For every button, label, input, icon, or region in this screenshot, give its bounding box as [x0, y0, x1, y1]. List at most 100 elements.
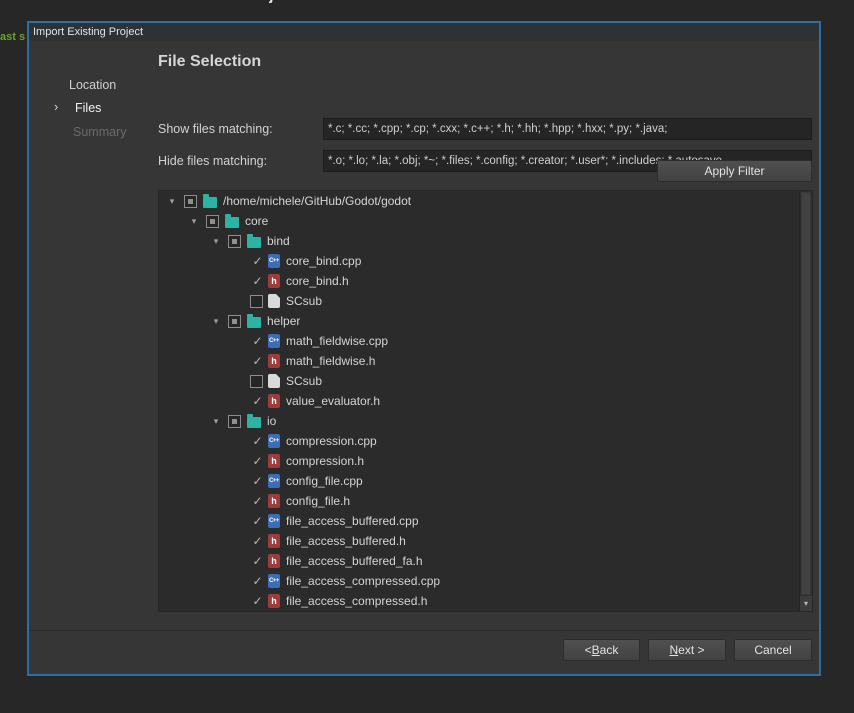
- expander-icon[interactable]: ▾: [207, 316, 225, 327]
- back-label-rest: ack: [600, 643, 619, 657]
- cpp-file-icon: C++: [268, 514, 280, 528]
- expander-icon[interactable]: ▾: [163, 196, 181, 207]
- tree-item-label: file_access_compressed.h: [286, 594, 427, 608]
- tree-row-file[interactable]: ✓C++ compression.cpp: [159, 431, 799, 451]
- file-checkbox-checked[interactable]: ✓: [247, 254, 268, 268]
- wizard-step-summary: Summary: [73, 125, 126, 139]
- h-file-icon: h: [268, 534, 280, 548]
- tree-item-label: bind: [267, 234, 290, 248]
- next-label-rest: ext >: [678, 643, 704, 657]
- chevron-down-icon: ▾: [804, 599, 808, 608]
- tree-row-file[interactable]: ✓h core_bind.h: [159, 271, 799, 291]
- folder-checkbox-partial[interactable]: [228, 415, 241, 428]
- tree-row-folder[interactable]: ▾ bind: [159, 231, 799, 251]
- tree-row-file[interactable]: ✓h file_access_buffered.h: [159, 531, 799, 551]
- clipped-left-text: ast s: [0, 31, 25, 43]
- tree-row-file[interactable]: ✓C++math_fieldwise.cpp: [159, 331, 799, 351]
- tree-row-file[interactable]: ✓C++file_access_compressed.cpp: [159, 571, 799, 591]
- scrollbar-thumb[interactable]: [801, 192, 811, 595]
- file-checkbox-checked[interactable]: ✓: [247, 354, 268, 368]
- apply-filter-button[interactable]: Apply Filter: [657, 160, 812, 182]
- file-checkbox-checked[interactable]: ✓: [247, 394, 268, 408]
- file-checkbox-checked[interactable]: ✓: [247, 434, 268, 448]
- tree-item-label: core_bind.h: [286, 274, 349, 288]
- file-checkbox-checked[interactable]: ✓: [247, 494, 268, 508]
- folder-icon: [247, 317, 261, 328]
- tree-row-file[interactable]: SCsub: [159, 371, 799, 391]
- expander-icon[interactable]: ▾: [185, 216, 203, 227]
- scrollbar-down-button[interactable]: ▾: [800, 596, 812, 611]
- folder-checkbox-partial[interactable]: [228, 235, 241, 248]
- file-checkbox-checked[interactable]: ✓: [247, 334, 268, 348]
- folder-icon: [203, 197, 217, 208]
- tree-item-label: /home/michele/GitHub/Godot/godot: [223, 194, 411, 208]
- file-checkbox-checked[interactable]: ✓: [247, 534, 268, 548]
- cancel-button[interactable]: Cancel: [734, 639, 812, 661]
- next-button[interactable]: Next >: [648, 639, 726, 661]
- tree-row-folder[interactable]: ▾ helper: [159, 311, 799, 331]
- tree-item-label: value_evaluator.h: [286, 394, 380, 408]
- import-existing-project-dialog: Import Existing Project Location › Files…: [27, 21, 821, 676]
- file-checkbox-checked[interactable]: ✓: [247, 454, 268, 468]
- folder-icon: [247, 237, 261, 248]
- tree-row-file[interactable]: ✓C++file_access_buffered.cpp: [159, 511, 799, 531]
- show-files-label: Show files matching:: [158, 122, 273, 136]
- h-file-icon: h: [268, 354, 280, 368]
- page-title: File Selection: [158, 53, 261, 71]
- file-checkbox-checked[interactable]: ✓: [247, 594, 268, 608]
- folder-icon: [247, 417, 261, 428]
- tree-row-file[interactable]: ✓hconfig_file.h: [159, 491, 799, 511]
- cpp-file-icon: C++: [268, 434, 280, 448]
- tree-item-label: SCsub: [286, 374, 322, 388]
- cpp-file-icon: C++: [268, 574, 280, 588]
- h-file-icon: h: [268, 554, 280, 568]
- file-checkbox-checked[interactable]: ✓: [247, 274, 268, 288]
- tree-item-label: file_access_buffered_fa.h: [286, 554, 423, 568]
- hide-files-label: Hide files matching:: [158, 154, 267, 168]
- tree-row-folder[interactable]: ▾core: [159, 211, 799, 231]
- folder-checkbox-partial[interactable]: [206, 215, 219, 228]
- expander-icon[interactable]: ▾: [207, 416, 225, 427]
- h-file-icon: h: [268, 594, 280, 608]
- back-button[interactable]: < Back: [563, 639, 640, 661]
- file-tree: ▾/home/michele/GitHub/Godot/godot▾core▾b…: [158, 190, 813, 612]
- tree-row-file[interactable]: ✓C++config_file.cpp: [159, 471, 799, 491]
- tree-item-label: SCsub: [286, 294, 322, 308]
- tree-row-file[interactable]: ✓C++core_bind.cpp: [159, 251, 799, 271]
- file-checkbox-unchecked[interactable]: [250, 375, 263, 388]
- tree-item-label: helper: [267, 314, 300, 328]
- dialog-body: Location › Files Summary File Selection …: [29, 41, 819, 674]
- wizard-step-files[interactable]: Files: [75, 101, 101, 115]
- tree-row-folder[interactable]: ▾ /home/michele/GitHub/Godot/godot: [159, 191, 799, 211]
- tree-row-file[interactable]: ✓hmath_fieldwise.h: [159, 351, 799, 371]
- dialog-title: Import Existing Project: [33, 26, 143, 38]
- file-checkbox-checked[interactable]: ✓: [247, 574, 268, 588]
- file-checkbox-unchecked[interactable]: [250, 295, 263, 308]
- expander-icon[interactable]: ▾: [207, 236, 225, 247]
- h-file-icon: h: [268, 494, 280, 508]
- tree-row-file[interactable]: ✓h file_access_buffered_fa.h: [159, 551, 799, 571]
- show-files-input[interactable]: [323, 118, 812, 140]
- wizard-step-location[interactable]: Location: [69, 78, 116, 92]
- tree-row-file[interactable]: SCsub: [159, 291, 799, 311]
- file-checkbox-checked[interactable]: ✓: [247, 474, 268, 488]
- tree-row-file[interactable]: ✓hvalue_evaluator.h: [159, 391, 799, 411]
- folder-checkbox-partial[interactable]: [228, 315, 241, 328]
- tree-scrollbar[interactable]: ▾: [799, 191, 812, 611]
- file-checkbox-checked[interactable]: ✓: [247, 554, 268, 568]
- current-step-chevron-icon: ›: [54, 99, 58, 114]
- partial-check-mark: [232, 319, 237, 324]
- recent-projects-text: Recent Projects: [190, 0, 303, 4]
- tree-item-label: file_access_buffered.h: [286, 534, 406, 548]
- cpp-file-icon: C++: [268, 334, 280, 348]
- folder-checkbox-partial[interactable]: [184, 195, 197, 208]
- dialog-titlebar[interactable]: Import Existing Project: [29, 23, 819, 41]
- tree-row-file[interactable]: ✓h file_access_compressed.h: [159, 591, 799, 611]
- tree-item-label: compression.cpp: [286, 434, 377, 448]
- h-file-icon: h: [268, 274, 280, 288]
- tree-row-folder[interactable]: ▾io: [159, 411, 799, 431]
- folder-icon: [225, 217, 239, 228]
- file-checkbox-checked[interactable]: ✓: [247, 514, 268, 528]
- tree-row-file[interactable]: ✓hcompression.h: [159, 451, 799, 471]
- partial-check-mark: [232, 419, 237, 424]
